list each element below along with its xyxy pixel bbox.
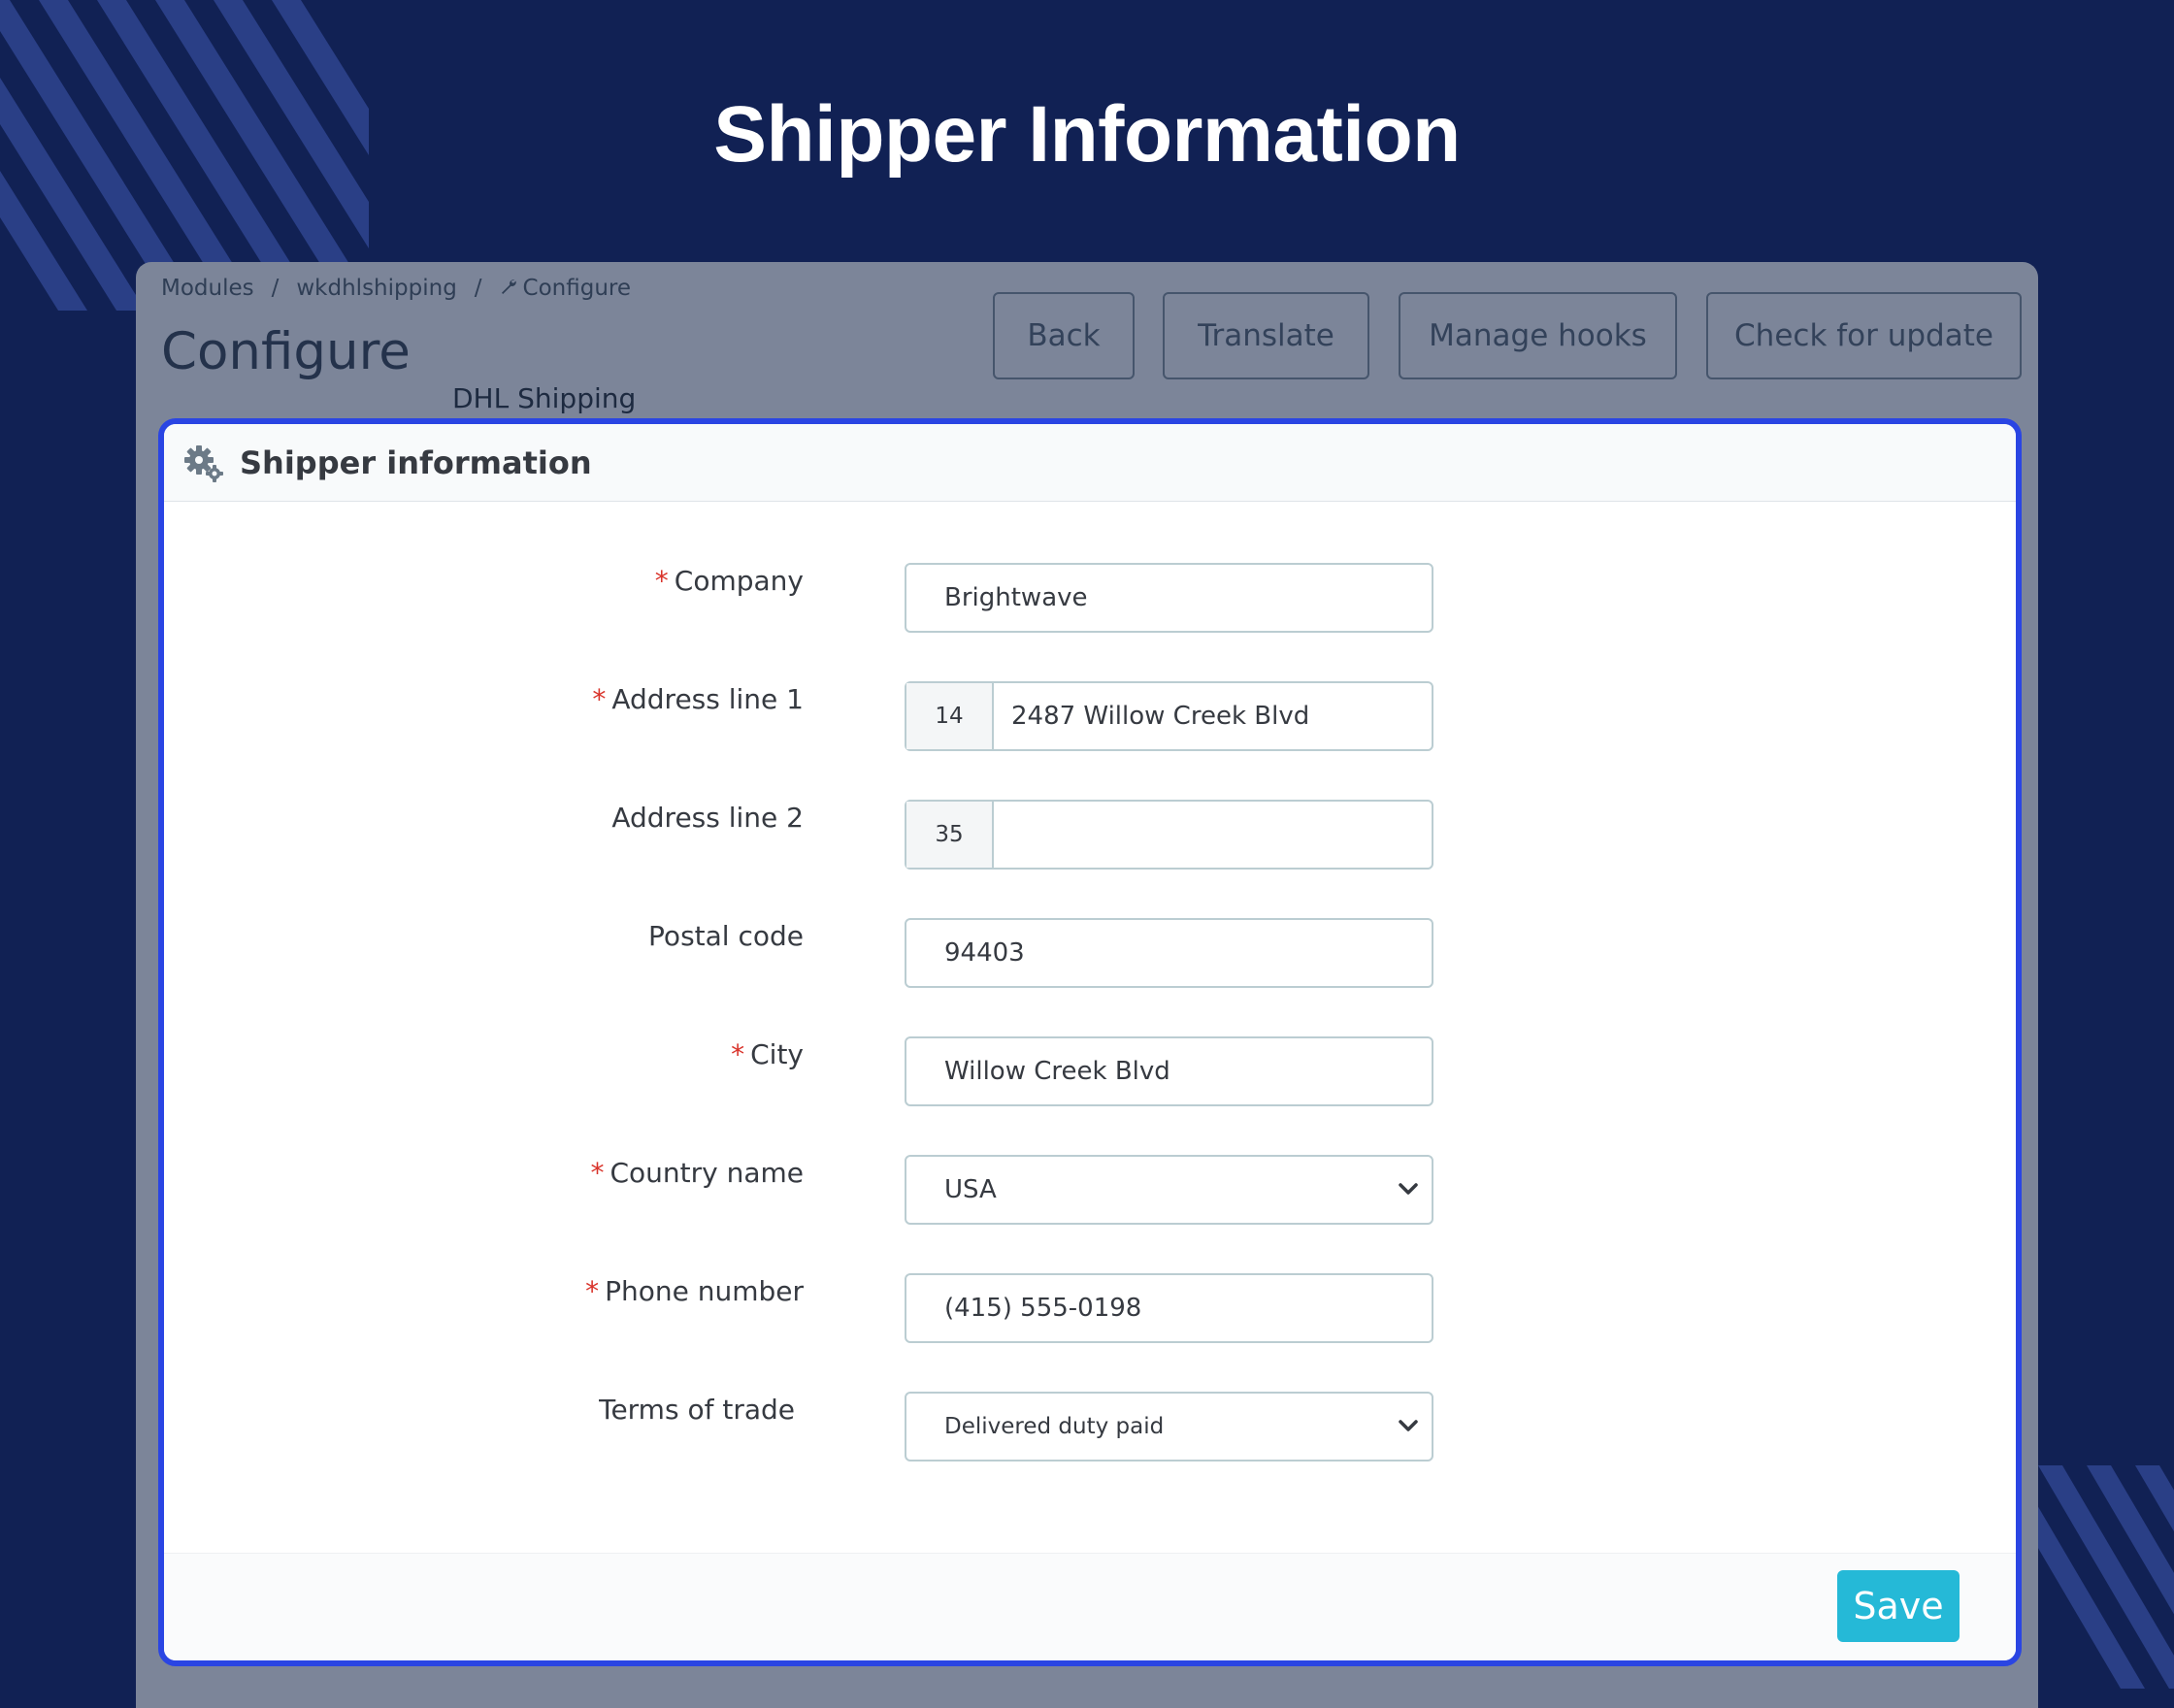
required-marker: *	[585, 1275, 600, 1307]
country-select[interactable]: USA	[905, 1155, 1433, 1225]
form-row-postal-code: Postal code 94403	[164, 918, 2016, 988]
terms-select-value: Delivered duty paid	[944, 1414, 1165, 1439]
phone-number-label: * Phone number	[585, 1275, 804, 1307]
form-row-phone: * Phone number (415) 555-0198	[164, 1273, 2016, 1343]
wrench-icon	[500, 276, 517, 301]
card-header: Shipper information	[164, 424, 2016, 502]
postal-code-input[interactable]: 94403	[905, 918, 1433, 988]
address-line-2-input[interactable]: 35	[905, 800, 1433, 870]
character-counter: 14	[906, 683, 994, 749]
translate-button[interactable]: Translate	[1163, 292, 1369, 379]
company-label: * Company	[654, 565, 804, 597]
country-select-value: USA	[944, 1175, 997, 1204]
shipper-information-card: Shipper information * Company Brightwave …	[158, 418, 2022, 1666]
chevron-down-icon	[1399, 1420, 1418, 1431]
breadcrumb-item-modules[interactable]: Modules	[161, 276, 254, 301]
postal-code-label: Postal code	[648, 920, 804, 952]
character-counter: 35	[906, 802, 994, 868]
form-row-city: * City Willow Creek Blvd	[164, 1036, 2016, 1106]
form-row-terms: Terms of trade Delivered duty paid	[164, 1392, 2016, 1462]
save-button[interactable]: Save	[1837, 1570, 1960, 1642]
breadcrumb-item-configure: Configure	[522, 276, 632, 301]
address-line-1-value[interactable]: 2487 Willow Creek Blvd	[994, 702, 1309, 731]
module-subtitle: DHL Shipping	[452, 382, 637, 414]
check-for-update-button[interactable]: Check for update	[1706, 292, 2022, 379]
required-marker: *	[731, 1038, 745, 1070]
card-title: Shipper information	[240, 443, 592, 481]
form-row-address-2: Address line 2 35	[164, 800, 2016, 870]
address-line-1-input[interactable]: 14 2487 Willow Creek Blvd	[905, 681, 1433, 751]
required-marker: *	[654, 565, 669, 597]
terms-of-trade-select[interactable]: Delivered duty paid	[905, 1392, 1433, 1462]
manage-hooks-button[interactable]: Manage hooks	[1399, 292, 1677, 379]
company-input[interactable]: Brightwave	[905, 563, 1433, 633]
breadcrumb-separator: /	[271, 276, 280, 301]
card-footer: Save	[164, 1553, 2016, 1660]
country-name-label: * Country name	[590, 1157, 804, 1189]
required-marker: *	[590, 1157, 605, 1189]
decorative-stripes-bottom-right	[2019, 1465, 2174, 1708]
form-row-address-1: * Address line 1 14 2487 Willow Creek Blv…	[164, 681, 2016, 751]
breadcrumb-separator: /	[474, 276, 482, 301]
terms-of-trade-label: Terms of trade	[599, 1394, 795, 1426]
chevron-down-icon	[1399, 1183, 1418, 1195]
form-row-company: * Company Brightwave	[164, 563, 2016, 633]
breadcrumb-item-module[interactable]: wkdhlshipping	[296, 276, 456, 301]
city-label: * City	[731, 1038, 804, 1070]
hero-title: Shipper Information	[713, 90, 1461, 179]
required-marker: *	[592, 683, 607, 715]
phone-number-input[interactable]: (415) 555-0198	[905, 1273, 1433, 1343]
address-line-1-label: * Address line 1	[592, 683, 804, 715]
page-title: Configure	[161, 322, 411, 381]
address-line-2-label: Address line 2	[611, 802, 804, 834]
back-button[interactable]: Back	[993, 292, 1135, 379]
form-row-country: * Country name USA	[164, 1155, 2016, 1225]
city-input[interactable]: Willow Creek Blvd	[905, 1036, 1433, 1106]
breadcrumb: Modules / wkdhlshipping / Configure	[161, 276, 631, 301]
gears-icon	[183, 443, 224, 483]
